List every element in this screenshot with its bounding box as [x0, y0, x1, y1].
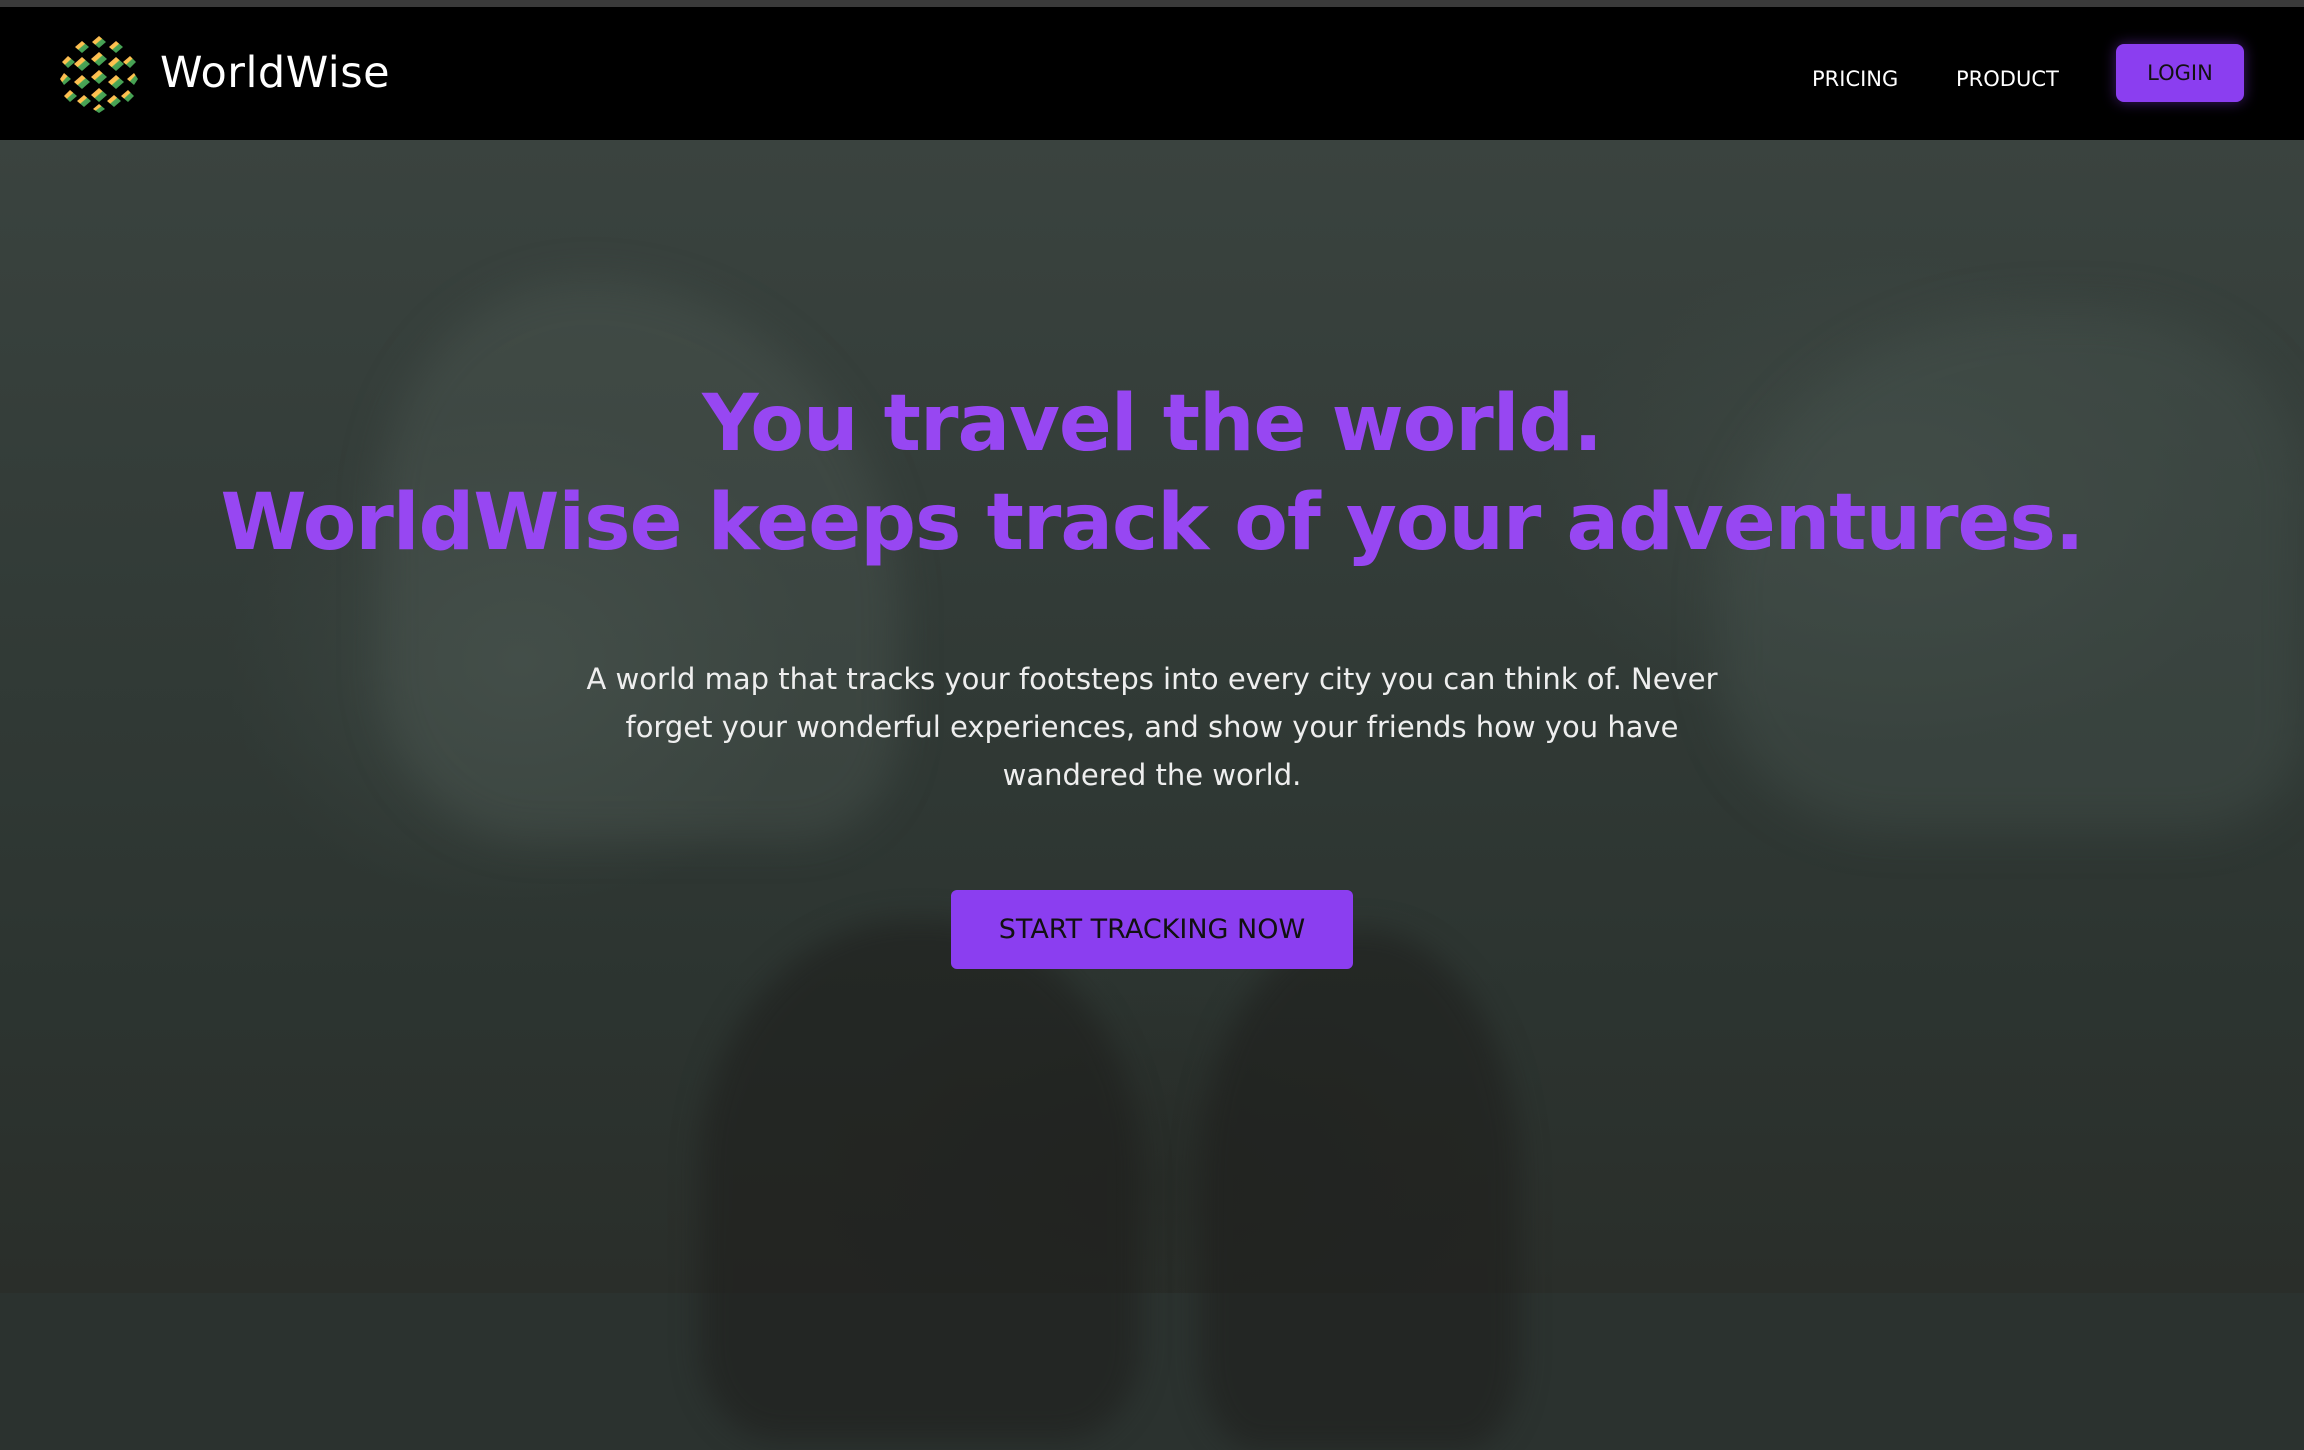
- start-tracking-button[interactable]: START TRACKING NOW: [951, 890, 1353, 969]
- brand-name: WorldWise: [160, 48, 391, 98]
- hero-headline: You travel the world. WorldWise keeps tr…: [0, 375, 2304, 573]
- nav-link-product[interactable]: PRODUCT: [1956, 55, 2059, 103]
- hero-description: A world map that tracks your footsteps i…: [586, 662, 1718, 792]
- brand-logo-link[interactable]: WorldWise: [58, 29, 390, 117]
- background-person-left: [700, 920, 1140, 1440]
- hero-headline-line-1: You travel the world.: [702, 379, 1603, 469]
- globe-mosaic-icon: [58, 32, 140, 114]
- navbar: WorldWise PRICING PRODUCT LOGIN: [0, 7, 2304, 140]
- background-person-right: [1200, 930, 1520, 1450]
- hero-headline-line-2: WorldWise keeps track of your adventures…: [220, 478, 2084, 568]
- nav-link-pricing[interactable]: PRICING: [1812, 55, 1898, 103]
- window-top-border: [0, 0, 2304, 7]
- login-button[interactable]: LOGIN: [2116, 44, 2244, 102]
